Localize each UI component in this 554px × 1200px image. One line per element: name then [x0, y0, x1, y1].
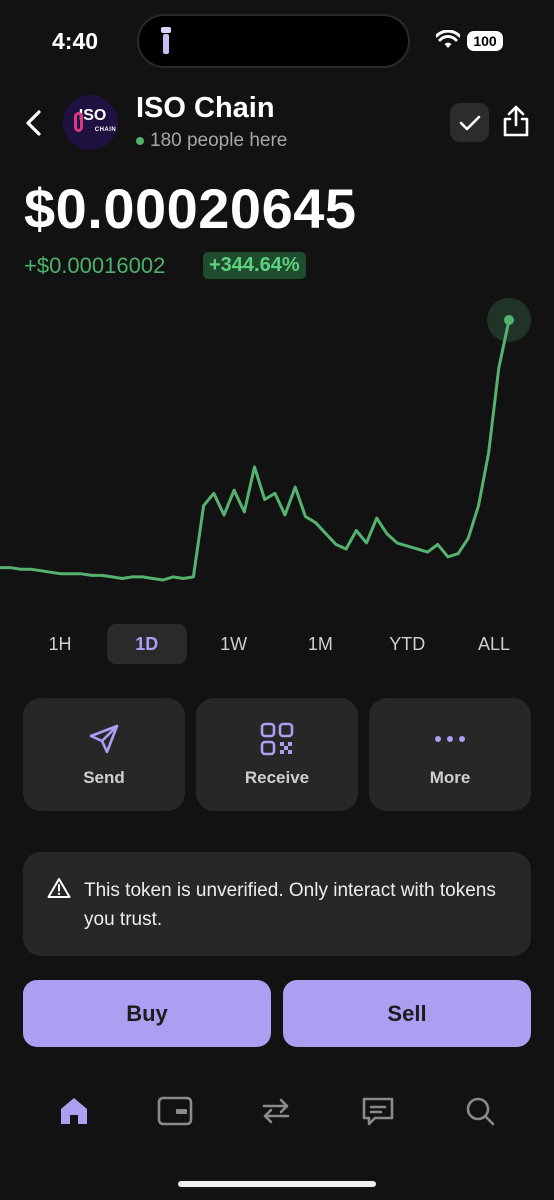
online-dot-icon — [136, 137, 144, 145]
range-tab-1m[interactable]: 1M — [280, 624, 360, 664]
current-price-marker — [504, 315, 514, 325]
range-tab-ytd[interactable]: YTD — [367, 624, 447, 664]
back-button[interactable] — [22, 108, 46, 138]
price-line-series — [0, 319, 511, 582]
token-logo-link-icon — [74, 112, 83, 132]
more-dots-icon — [431, 720, 469, 758]
buy-button[interactable]: Buy — [23, 980, 271, 1047]
range-tab-1w[interactable]: 1W — [194, 624, 274, 664]
more-label: More — [429, 768, 471, 787]
token-name: ISO Chain — [136, 92, 275, 124]
send-icon — [85, 720, 123, 758]
time-range-selector: 1H 1D 1W 1M YTD ALL — [20, 624, 534, 664]
receive-label: Receive — [244, 768, 310, 787]
send-button[interactable]: Send — [23, 698, 185, 811]
token-logo: ISO CHAIN — [63, 95, 118, 150]
price-change-absolute: +$0.00016002 — [24, 253, 166, 278]
share-button[interactable] — [501, 104, 531, 138]
wallet-card-icon[interactable] — [157, 1093, 193, 1129]
home-indicator — [178, 1181, 376, 1187]
token-logo-subtext: CHAIN — [94, 126, 117, 133]
range-tab-all[interactable]: ALL — [454, 624, 534, 664]
token-price: $0.00020645 — [24, 177, 357, 240]
send-label: Send — [83, 768, 125, 787]
sell-button[interactable]: Sell — [283, 980, 531, 1047]
wifi-icon — [436, 30, 460, 48]
flashlight-icon — [161, 27, 171, 54]
search-icon[interactable] — [462, 1093, 498, 1129]
qr-code-icon — [258, 720, 296, 758]
warning-triangle-icon — [47, 878, 71, 898]
chat-icon[interactable] — [360, 1093, 396, 1129]
more-button[interactable]: More — [369, 698, 531, 811]
receive-button[interactable]: Receive — [196, 698, 358, 811]
price-chart[interactable] — [0, 290, 554, 600]
battery-indicator: 100 — [467, 31, 503, 51]
unverified-token-warning: This token is unverified. Only interact … — [23, 852, 531, 956]
verify-check-button[interactable] — [450, 103, 489, 142]
checkmark-icon — [459, 115, 480, 130]
swap-icon[interactable] — [258, 1093, 294, 1129]
home-icon[interactable] — [56, 1093, 92, 1129]
range-tab-1h[interactable]: 1H — [20, 624, 100, 664]
range-tab-1d[interactable]: 1D — [106, 624, 187, 664]
price-change-percent-badge: +344.64% — [203, 252, 306, 279]
warning-text: This token is unverified. Only interact … — [84, 880, 496, 930]
status-time: 4:40 — [52, 28, 99, 54]
online-count[interactable]: 180 people here — [150, 130, 287, 152]
dynamic-island — [137, 14, 410, 68]
